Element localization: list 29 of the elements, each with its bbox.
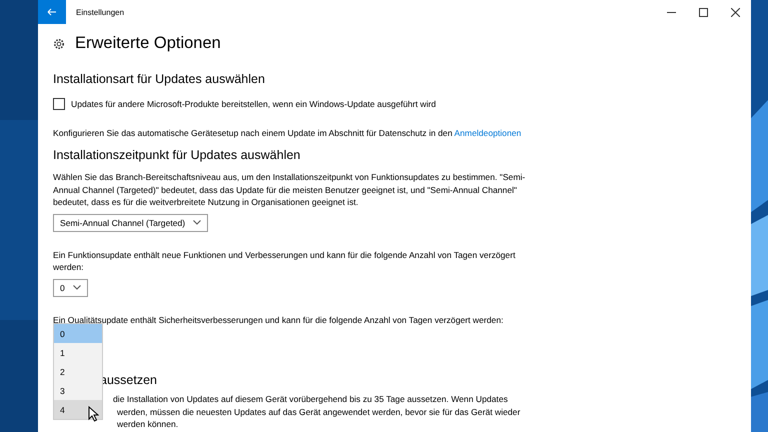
pause-description-line: werden können. [116, 418, 178, 430]
gear-icon [53, 38, 65, 50]
section-heading: Installationsart für Updates auswählen [53, 72, 266, 86]
back-button[interactable] [38, 0, 66, 24]
pointer-icon [88, 406, 99, 422]
page-title: Erweiterte Optionen [75, 34, 221, 53]
dropdown-option[interactable]: 2 [54, 362, 102, 381]
settings-link[interactable]: Anmeldeoptionen [454, 128, 522, 138]
quality-update-text: Ein Qualitätsupdate enthält Sicherheitsverbesserungen und kann für die folgende Anzahl von Tagen verzögert werden: [53, 314, 504, 326]
chevron-down-icon [193, 220, 202, 225]
back-arrow-icon [47, 8, 57, 16]
checkbox-label: Updates für andere Microsoft-Produkte bereitstellen, wenn ein Windows-Update ausgeführt wird [71, 98, 436, 110]
dropdown-option[interactable]: 1 [54, 343, 102, 362]
pause-description-line: die Installation von Updates auf diesem Gerät vorübergehend bis zu 35 Tage aussetzen. Wenn Updates [113, 393, 508, 406]
chevron-down-icon [72, 285, 81, 290]
window-title: Einstellungen [76, 8, 126, 16]
pause-description-line: werden, müssen die neuesten Updates auf das Gerät angewendet werden, bevor sie für das Gerät wieder [116, 406, 520, 418]
maximize-icon [698, 8, 708, 16]
section-heading: Installationszeitpunkt für Updates auswählen [53, 148, 302, 162]
dropdown-option[interactable]: 4 [54, 400, 102, 419]
close-icon [730, 8, 740, 16]
branch-description: Wählen Sie das Branch-Bereitschaftsniveau aus, um den Installationszeitpunkt von Funktionsupdates zu bestimmen. "Semi-Annual Channel (Targeted)" bedeutet, dass das Update für die meisten Benutzer geeignet ist, und "Semi-Annual Channel" bedeutet, dass es für die weitverbreitete Nutzung in Organisationen geeignet ist. [53, 171, 526, 208]
checkbox[interactable] [53, 98, 65, 110]
privacy-note: Konfigurieren Sie das automatische Gerätesetup nach einem Update im Abschnitt für Datenschutz in den Anmeldeoptionen [53, 126, 522, 139]
feature-update-text: Ein Funktionsupdate enthält neue Funktionen und Verbesserungen und kann für die folgende Anzahl von Tagen verzögert werden: [53, 248, 516, 274]
branch-dropdown[interactable]: Semi-Annual Channel (Targeted) [53, 214, 208, 232]
feature-delay-dropdown[interactable]: 0 [53, 278, 88, 296]
dropdown-option[interactable]: 0 [54, 324, 102, 343]
dropdown-option[interactable]: 3 [54, 381, 102, 400]
